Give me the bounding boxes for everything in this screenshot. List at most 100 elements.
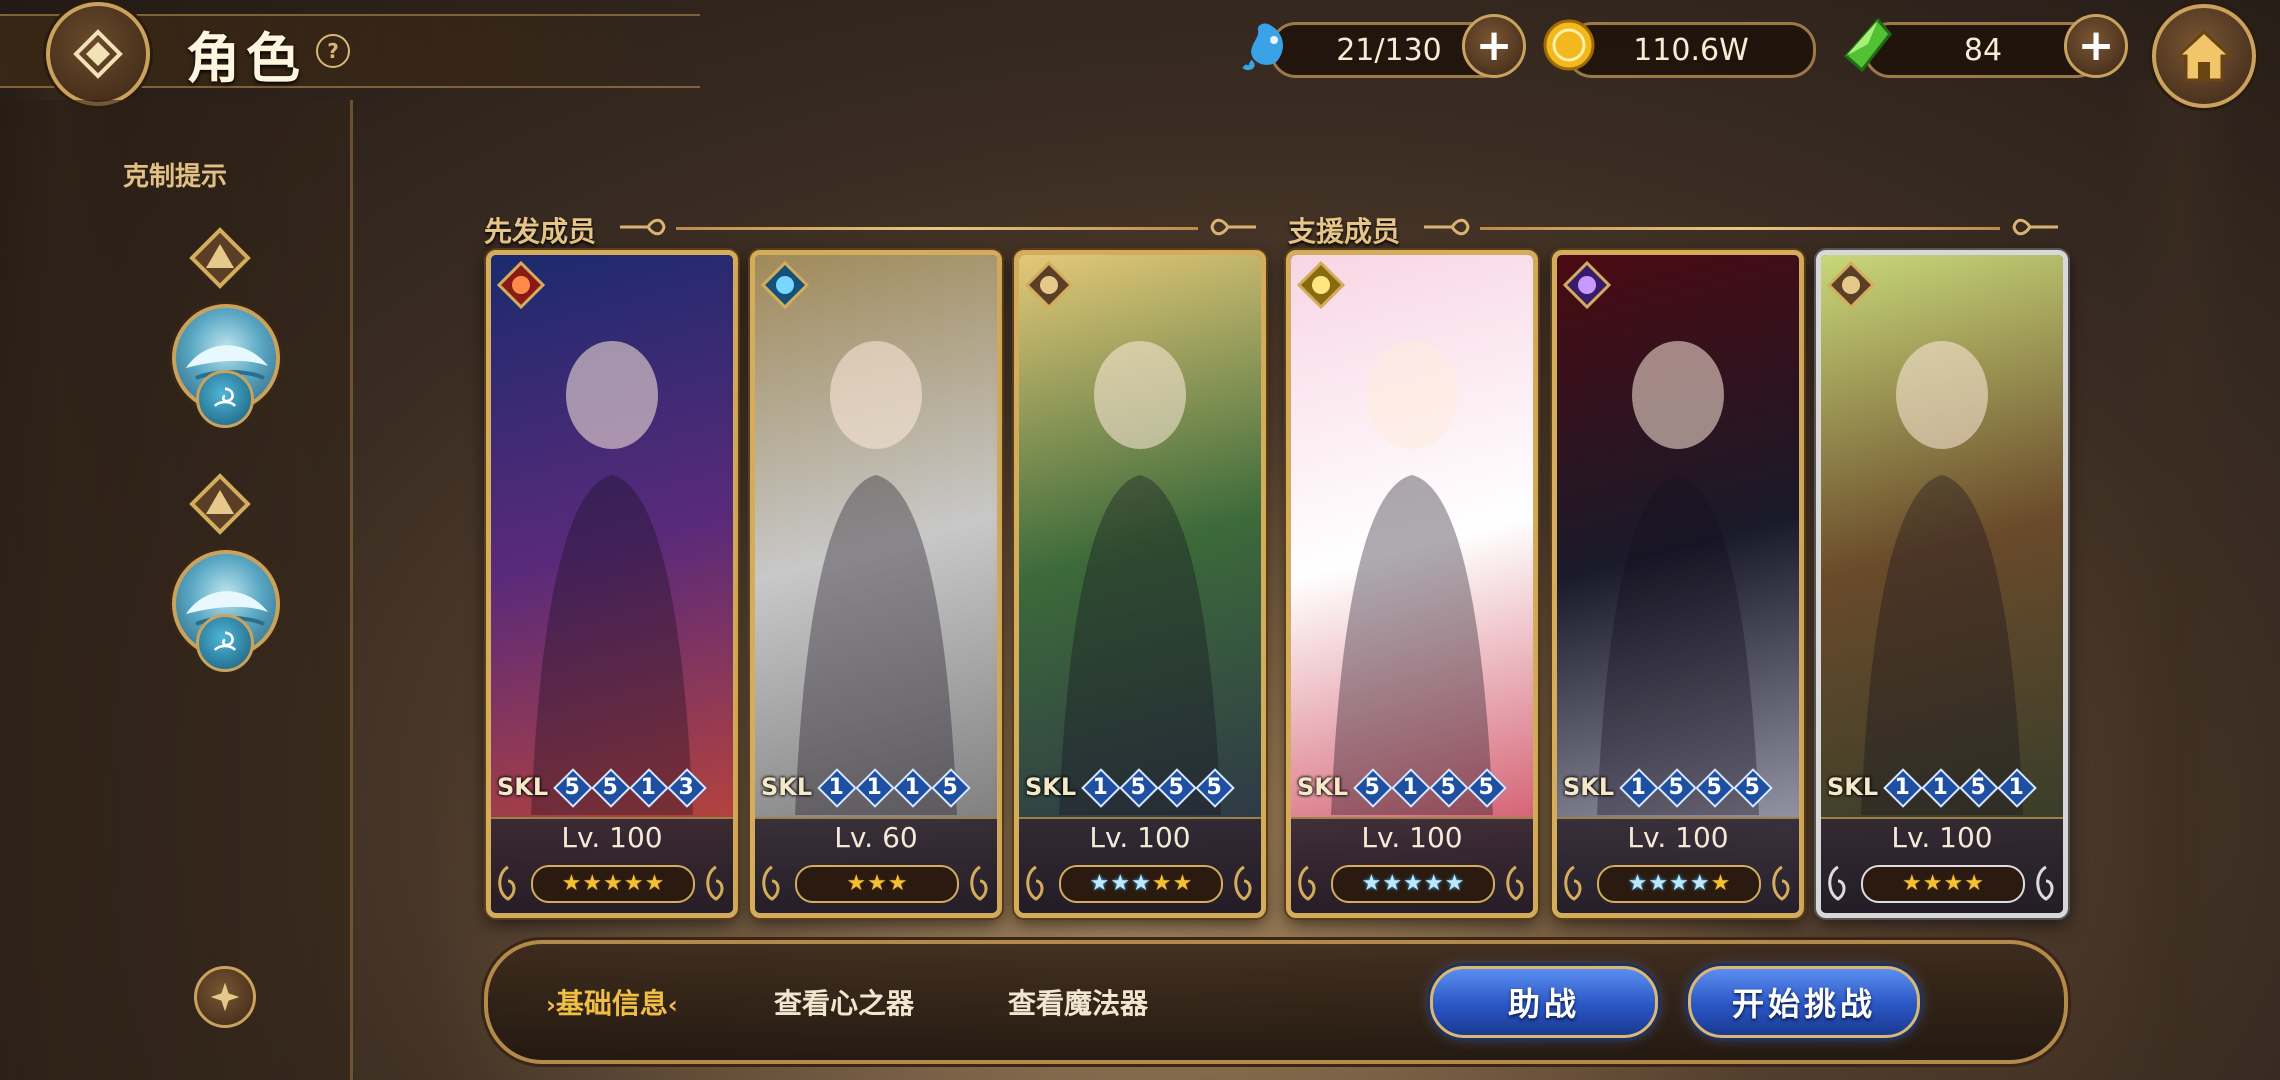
- back-button[interactable]: [46, 2, 150, 106]
- character-portrait: [1821, 255, 2063, 913]
- star-icon: ★: [1423, 871, 1444, 896]
- character-card[interactable]: SKL 1 1 5 1 Lv. 100 ★ ★ ★ ★: [1816, 250, 2068, 918]
- water-element-badge: [196, 370, 254, 428]
- skill-levels: SKL 1 1 5 1: [1827, 767, 2055, 807]
- star-icon: ★: [887, 871, 908, 896]
- skill-level-diamond: 5: [554, 769, 590, 805]
- starters-divider: [676, 227, 1198, 230]
- compass-button[interactable]: [194, 966, 256, 1028]
- star-icon: ★: [1172, 871, 1193, 896]
- star-icon: ★: [1361, 871, 1382, 896]
- back-diamond-icon: [73, 29, 123, 79]
- fire-element-icon: [497, 261, 545, 309]
- scroll-right-ornament-icon: [1506, 865, 1524, 901]
- skill-level-diamond: 5: [1734, 769, 1770, 805]
- character-portrait: [755, 255, 997, 913]
- character-figure: [1861, 341, 2023, 815]
- star-icon: ★: [1669, 871, 1689, 896]
- star-icon: ★: [1627, 871, 1648, 896]
- skill-level-diamond: 1: [1922, 769, 1958, 805]
- skill-level-diamond: 5: [1468, 769, 1504, 805]
- character-level: Lv. 100: [1089, 821, 1191, 854]
- skill-label: SKL: [1025, 773, 1077, 801]
- star-icon: ★: [623, 871, 644, 896]
- support-divider: [1480, 227, 2000, 230]
- star-icon: ★: [1151, 871, 1172, 896]
- character-portrait: [1291, 255, 1533, 913]
- tab-basic-info-label: 基础信息: [555, 987, 668, 1020]
- skill-levels: SKL 5 5 1 3: [497, 767, 725, 807]
- scroll-right-ornament-icon: [970, 865, 988, 901]
- skill-level-diamond: 5: [932, 769, 968, 805]
- character-level: Lv. 100: [1891, 821, 1993, 854]
- skill-level-diamond: 5: [1120, 769, 1156, 805]
- character-level: Lv. 100: [561, 821, 663, 854]
- star-rating: ★ ★ ★ ★ ★: [1597, 865, 1761, 903]
- starters-label: 先发成员: [484, 215, 597, 248]
- character-card[interactable]: SKL 5 5 1 3 Lv. 100 ★ ★ ★ ★ ★: [486, 250, 738, 918]
- skill-level-diamond: 1: [894, 769, 930, 805]
- earth-element-icon: [189, 473, 251, 535]
- home-button[interactable]: [2152, 4, 2256, 108]
- character-card[interactable]: SKL 5 1 5 5 Lv. 100 ★ ★ ★ ★ ★: [1286, 250, 1538, 918]
- background-pillar: [2120, 80, 2240, 1080]
- star-icon: ★: [582, 871, 603, 896]
- skill-level-diamond: 1: [1620, 769, 1656, 805]
- skill-level-diamond: 5: [1658, 769, 1694, 805]
- star-icon: ★: [603, 871, 623, 896]
- skill-label: SKL: [1827, 773, 1879, 801]
- skill-label: SKL: [497, 773, 549, 801]
- chevron-left-icon: ‹: [667, 991, 678, 1019]
- start-challenge-button[interactable]: 开始挑战: [1688, 966, 1920, 1038]
- character-card[interactable]: SKL 1 5 5 5 Lv. 100 ★ ★ ★ ★ ★: [1552, 250, 1804, 918]
- skill-level-diamond: 5: [1960, 769, 1996, 805]
- star-icon: ★: [1943, 871, 1964, 896]
- character-portrait: [491, 255, 733, 913]
- star-icon: ★: [1089, 871, 1110, 896]
- ornament-icon: [620, 218, 666, 236]
- scroll-left-ornament-icon: [762, 865, 780, 901]
- star-icon: ★: [561, 871, 582, 896]
- skill-level-diamond: 1: [630, 769, 666, 805]
- star-icon: ★: [1382, 871, 1403, 896]
- home-icon: [2174, 29, 2234, 82]
- star-icon: ★: [1110, 871, 1131, 896]
- scroll-right-ornament-icon: [2036, 865, 2054, 901]
- star-rating: ★ ★ ★: [795, 865, 959, 903]
- star-rating: ★ ★ ★ ★ ★: [1059, 865, 1223, 903]
- character-card[interactable]: SKL 1 1 1 5 Lv. 60 ★ ★ ★: [750, 250, 1002, 918]
- character-figure: [531, 341, 693, 815]
- tab-heart-vessel[interactable]: 查看心之器: [774, 982, 914, 1022]
- character-portrait: [1557, 255, 1799, 913]
- add-stamina-button[interactable]: +: [1462, 14, 1526, 78]
- star-icon: ★: [1710, 871, 1731, 896]
- tab-basic-info[interactable]: ›基础信息‹: [546, 982, 678, 1022]
- star-icon: ★: [1689, 871, 1710, 896]
- ornament-icon: [2012, 218, 2058, 236]
- star-icon: ★: [1902, 871, 1922, 896]
- skill-level-diamond: 5: [1430, 769, 1466, 805]
- star-icon: ★: [1648, 871, 1669, 896]
- character-level: Lv. 60: [834, 821, 918, 854]
- chevron-right-icon: ›: [546, 991, 556, 1019]
- skill-label: SKL: [1563, 773, 1615, 801]
- skill-level-diamond: 1: [1082, 769, 1118, 805]
- skill-level-diamond: 5: [592, 769, 628, 805]
- water-spirit-icon: [1242, 23, 1283, 71]
- skill-level-diamond: 1: [1392, 769, 1428, 805]
- add-gems-button[interactable]: +: [2064, 14, 2128, 78]
- character-card[interactable]: SKL 1 5 5 5 Lv. 100 ★ ★ ★ ★ ★: [1014, 250, 1266, 918]
- earth-element-icon: [1827, 261, 1875, 309]
- skill-label: SKL: [761, 773, 813, 801]
- skill-levels: SKL 1 1 1 5: [761, 767, 989, 807]
- gold-coin-icon: [1543, 19, 1595, 71]
- star-rating: ★ ★ ★ ★ ★: [531, 865, 695, 903]
- skill-level-diamond: 1: [856, 769, 892, 805]
- assist-button[interactable]: 助战: [1430, 966, 1658, 1038]
- skill-label: SKL: [1297, 773, 1349, 801]
- character-figure: [1597, 341, 1759, 815]
- help-icon[interactable]: ?: [316, 34, 350, 68]
- tab-magic-device[interactable]: 查看魔法器: [1008, 982, 1148, 1022]
- page-title: 角色: [186, 27, 306, 90]
- skill-level-diamond: 3: [668, 769, 704, 805]
